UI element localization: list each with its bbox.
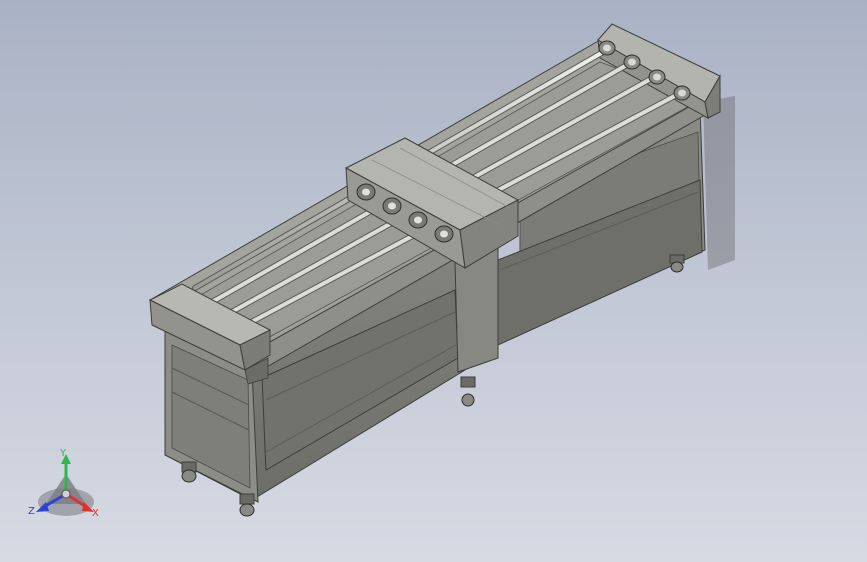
z-axis-label: Z bbox=[28, 506, 35, 517]
cad-viewport[interactable] bbox=[0, 0, 867, 562]
y-axis-label: Y bbox=[59, 448, 67, 459]
orientation-triad: Y X Z bbox=[28, 448, 99, 519]
x-axis-label: X bbox=[92, 508, 99, 519]
machine-model[interactable] bbox=[148, 23, 735, 517]
